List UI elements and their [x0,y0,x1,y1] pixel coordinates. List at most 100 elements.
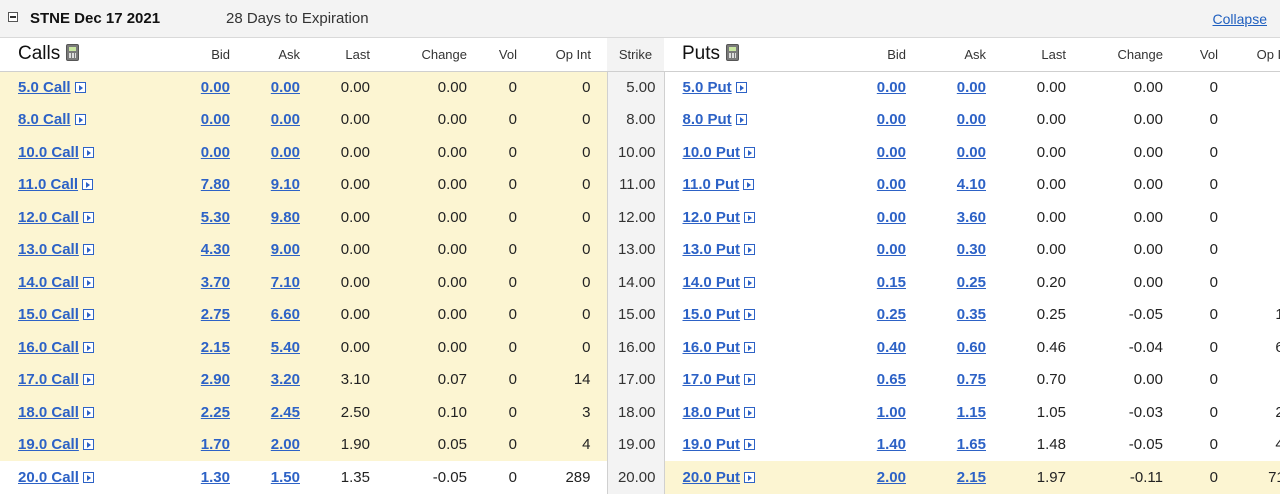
call-bid-link[interactable]: 2.25 [201,404,230,421]
call-ask-link[interactable]: 2.45 [271,404,300,421]
put-bid-link[interactable]: 0.65 [877,371,906,388]
put-ask-link[interactable]: 0.25 [957,274,986,291]
put-contract-link[interactable]: 18.0 Put [683,404,741,421]
expand-arrow-icon[interactable] [735,114,747,126]
expand-arrow-icon[interactable] [82,406,94,418]
expand-arrow-icon[interactable] [82,179,94,191]
call-bid-link[interactable]: 2.90 [201,371,230,388]
put-ask-link[interactable]: 0.00 [957,144,986,161]
calculator-icon[interactable] [726,44,740,62]
call-ask-link[interactable]: 6.60 [271,306,300,323]
put-bid-link[interactable]: 0.00 [877,144,906,161]
call-contract-link[interactable]: 15.0 Call [18,306,79,323]
call-bid-link[interactable]: 1.30 [201,469,230,486]
expand-arrow-icon[interactable] [744,374,756,386]
put-contract-link[interactable]: 10.0 Put [683,144,741,161]
expand-arrow-icon[interactable] [744,146,756,158]
expand-arrow-icon[interactable] [744,471,756,483]
expand-arrow-icon[interactable] [744,341,756,353]
expand-arrow-icon[interactable] [82,309,94,321]
put-ask-link[interactable]: 2.15 [957,469,986,486]
call-ask-link[interactable]: 7.10 [271,274,300,291]
call-contract-link[interactable]: 11.0 Call [18,176,78,193]
expand-arrow-icon[interactable] [74,114,86,126]
call-contract-link[interactable]: 12.0 Call [18,209,79,226]
put-contract-link[interactable]: 8.0 Put [683,111,732,128]
call-contract-link[interactable]: 8.0 Call [18,111,71,128]
expand-arrow-icon[interactable] [744,406,756,418]
put-ask-link[interactable]: 0.35 [957,306,986,323]
put-bid-link[interactable]: 0.25 [877,306,906,323]
put-ask-link[interactable]: 0.00 [957,79,986,96]
call-ask-link[interactable]: 9.80 [271,209,300,226]
put-bid-link[interactable]: 2.00 [877,469,906,486]
call-contract-link[interactable]: 20.0 Call [18,469,79,486]
call-bid-link[interactable]: 2.75 [201,306,230,323]
put-contract-link[interactable]: 19.0 Put [683,436,741,453]
call-bid-link[interactable]: 3.70 [201,274,230,291]
call-contract-link[interactable]: 19.0 Call [18,436,79,453]
call-bid-link[interactable]: 0.00 [201,111,230,128]
call-ask-link[interactable]: 0.00 [271,144,300,161]
call-contract-link[interactable]: 18.0 Call [18,404,79,421]
call-ask-link[interactable]: 3.20 [271,371,300,388]
put-bid-link[interactable]: 1.00 [877,404,906,421]
expand-arrow-icon[interactable] [744,309,756,321]
collapse-toggle-icon[interactable] [8,12,18,22]
expand-arrow-icon[interactable] [743,179,755,191]
call-bid-link[interactable]: 0.00 [201,79,230,96]
call-ask-link[interactable]: 9.00 [271,241,300,258]
call-contract-link[interactable]: 5.0 Call [18,79,71,96]
put-bid-link[interactable]: 0.00 [877,111,906,128]
expand-arrow-icon[interactable] [82,146,94,158]
expand-arrow-icon[interactable] [744,211,756,223]
expand-arrow-icon[interactable] [82,276,94,288]
put-bid-link[interactable]: 1.40 [877,436,906,453]
put-bid-link[interactable]: 0.00 [877,241,906,258]
put-contract-link[interactable]: 20.0 Put [683,469,741,486]
call-ask-link[interactable]: 0.00 [271,79,300,96]
expand-arrow-icon[interactable] [82,244,94,256]
call-ask-link[interactable]: 2.00 [271,436,300,453]
call-ask-link[interactable]: 9.10 [271,176,300,193]
put-bid-link[interactable]: 0.00 [877,209,906,226]
put-ask-link[interactable]: 0.60 [957,339,986,356]
call-bid-link[interactable]: 7.80 [201,176,230,193]
put-bid-link[interactable]: 0.00 [877,79,906,96]
expand-arrow-icon[interactable] [82,471,94,483]
put-contract-link[interactable]: 16.0 Put [683,339,741,356]
put-contract-link[interactable]: 5.0 Put [683,79,732,96]
call-bid-link[interactable]: 5.30 [201,209,230,226]
put-ask-link[interactable]: 4.10 [957,176,986,193]
expand-arrow-icon[interactable] [82,341,94,353]
put-bid-link[interactable]: 0.15 [877,274,906,291]
expand-arrow-icon[interactable] [74,82,86,93]
collapse-link[interactable]: Collapse [1213,11,1267,27]
call-contract-link[interactable]: 17.0 Call [18,371,79,388]
put-ask-link[interactable]: 1.65 [957,436,986,453]
call-contract-link[interactable]: 14.0 Call [18,274,79,291]
expand-arrow-icon[interactable] [82,211,94,223]
put-contract-link[interactable]: 17.0 Put [683,371,741,388]
calculator-icon[interactable] [66,44,80,62]
call-bid-link[interactable]: 2.15 [201,339,230,356]
call-bid-link[interactable]: 1.70 [201,436,230,453]
put-contract-link[interactable]: 11.0 Put [683,176,740,193]
expand-arrow-icon[interactable] [744,276,756,288]
call-ask-link[interactable]: 1.50 [271,469,300,486]
put-ask-link[interactable]: 0.30 [957,241,986,258]
call-bid-link[interactable]: 0.00 [201,144,230,161]
put-ask-link[interactable]: 0.00 [957,111,986,128]
expand-arrow-icon[interactable] [82,439,94,451]
expand-arrow-icon[interactable] [744,439,756,451]
expand-arrow-icon[interactable] [735,82,747,93]
put-ask-link[interactable]: 0.75 [957,371,986,388]
put-contract-link[interactable]: 12.0 Put [683,209,741,226]
put-contract-link[interactable]: 15.0 Put [683,306,741,323]
call-ask-link[interactable]: 0.00 [271,111,300,128]
put-ask-link[interactable]: 1.15 [957,404,986,421]
put-bid-link[interactable]: 0.00 [877,176,906,193]
call-bid-link[interactable]: 4.30 [201,241,230,258]
call-contract-link[interactable]: 13.0 Call [18,241,79,258]
expand-arrow-icon[interactable] [82,374,94,386]
